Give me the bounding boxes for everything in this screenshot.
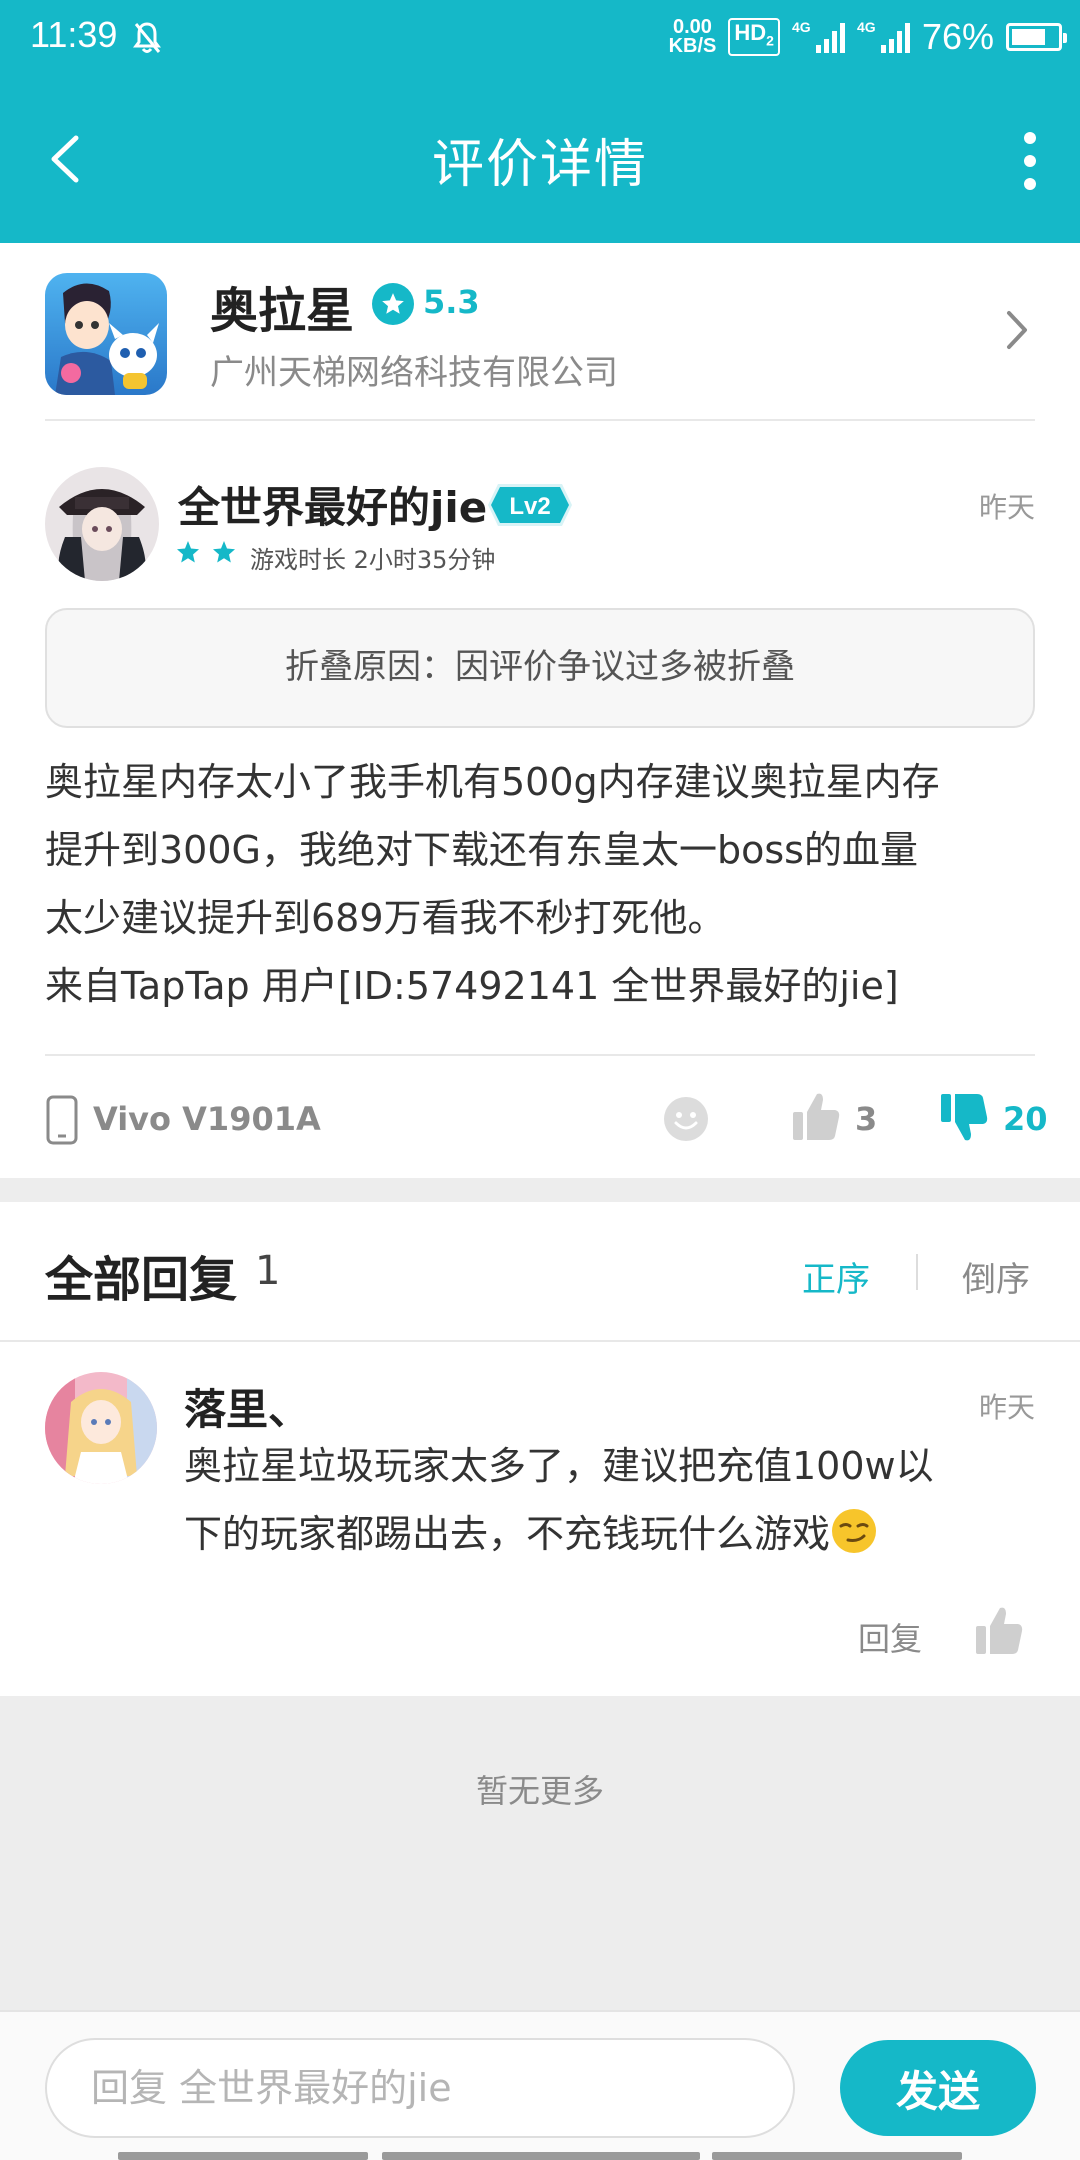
review-actions: Vivo V1901A 3 20 (45, 1090, 1048, 1148)
emoji-icon[interactable] (663, 1096, 709, 1142)
reply-input[interactable] (45, 2038, 795, 2138)
sim1-label: 4G (791, 19, 811, 35)
reply-author[interactable]: 落里、 (184, 1376, 310, 1437)
nav-indicators (0, 2152, 1080, 2160)
status-time: 11:39 (30, 14, 118, 55)
star-icon (213, 541, 235, 563)
review-line: 奥拉星内存太小了我手机有500g内存建议奥拉星内存 (45, 760, 940, 804)
review-time: 昨天 (978, 491, 1035, 524)
thumbs-down-icon[interactable] (939, 1092, 989, 1144)
avatar[interactable] (45, 1372, 157, 1484)
title-bar: 评价详情 (0, 78, 1080, 243)
star-icon (372, 283, 414, 325)
list-footer: 暂无更多 (0, 1696, 1080, 2010)
net-speed-unit: KB/S (668, 35, 717, 57)
hd-sub: 2 (766, 32, 774, 49)
rating-stars (176, 540, 236, 564)
status-bar: 11:39 0.00 KB/S HD2 4G 4G 76% (0, 0, 1080, 78)
divider (45, 1054, 1035, 1056)
review-line: 太少建议提升到689万看我不秒打死他。 (45, 896, 726, 940)
reviewer-name[interactable]: 全世界最好的jie (178, 474, 487, 535)
reply-line: 奥拉星垃圾玩家太多了，建议把充值100w以 (184, 1444, 934, 1488)
page-title: 评价详情 (431, 135, 648, 195)
device-name: Vivo V1901A (93, 1100, 321, 1138)
fold-reason-box: 折叠原因：因评价争议过多被折叠 (45, 608, 1035, 728)
battery-percent: 76% (921, 16, 994, 57)
chevron-right-icon (1007, 311, 1027, 349)
signal-icon: 4G (791, 19, 845, 53)
app-name: 奥拉星 (210, 283, 355, 339)
reply-time: 昨天 (978, 1391, 1035, 1424)
phone-icon (46, 1095, 78, 1145)
section-separator (0, 1178, 1080, 1202)
signal-icon: 4G (856, 19, 910, 53)
playtime: 游戏时长 2小时35分钟 (250, 546, 496, 574)
star-icon (177, 541, 199, 563)
more-vertical-icon[interactable] (1020, 132, 1040, 190)
reply-line-text: 下的玩家都踢出去，不充钱玩什么游戏 (184, 1512, 831, 1556)
replies-title: 全部回复 (45, 1252, 238, 1308)
like-count: 3 (855, 1100, 878, 1138)
replies-count: 1 (255, 1248, 281, 1294)
send-button[interactable]: 发送 (840, 2040, 1036, 2136)
app-developer: 广州天梯网络科技有限公司 (210, 353, 618, 393)
level-badge: Lv2 (488, 484, 572, 526)
hd-label: HD (734, 20, 767, 46)
smirk-emoji-icon (832, 1509, 877, 1553)
dislike-count: 20 (1003, 1100, 1048, 1138)
sort-ascending-tab[interactable]: 正序 (802, 1252, 870, 1301)
app-icon (45, 273, 167, 395)
thumbs-up-icon[interactable] (791, 1090, 841, 1142)
status-icons: 0.00 KB/S HD2 4G 4G 76% (668, 12, 1067, 62)
sort-descending-tab[interactable]: 倒序 (962, 1252, 1030, 1301)
hd-badge: HD2 (728, 18, 780, 56)
app-rating: 5.3 (423, 283, 480, 321)
sim2-label: 4G (856, 19, 876, 35)
reply-line: 下的玩家都踢出去，不充钱玩什么游戏 (184, 1500, 1034, 1568)
svg-text:Lv2: Lv2 (509, 493, 550, 520)
thumbs-up-icon[interactable] (974, 1604, 1024, 1656)
review-line: 来自TapTap 用户[ID:57492141 全世界最好的jie] (45, 964, 899, 1008)
reply-composer: 发送 (0, 2010, 1080, 2160)
reply-button[interactable]: 回复 (858, 1614, 922, 1660)
divider (0, 1340, 1080, 1342)
no-more-text: 暂无更多 (475, 1772, 604, 1810)
divider (916, 1254, 918, 1290)
review-body: 奥拉星内存太小了我手机有500g内存建议奥拉星内存 提升到300G，我绝对下载还… (45, 748, 1045, 1020)
app-card[interactable]: 奥拉星 5.3 广州天梯网络科技有限公司 (45, 243, 1035, 421)
bell-off-icon (133, 22, 161, 53)
avatar[interactable] (45, 467, 159, 581)
battery-icon (1006, 23, 1067, 51)
net-speed: 0.00 KB/S (668, 17, 717, 57)
review-line: 提升到300G，我绝对下载还有东皇太一boss的血量 (45, 828, 918, 872)
reply-body: 奥拉星垃圾玩家太多了，建议把充值100w以 下的玩家都踢出去，不充钱玩什么游戏 (184, 1432, 1034, 1568)
app-header: 11:39 0.00 KB/S HD2 4G 4G 76% 评价详情 (0, 0, 1080, 243)
